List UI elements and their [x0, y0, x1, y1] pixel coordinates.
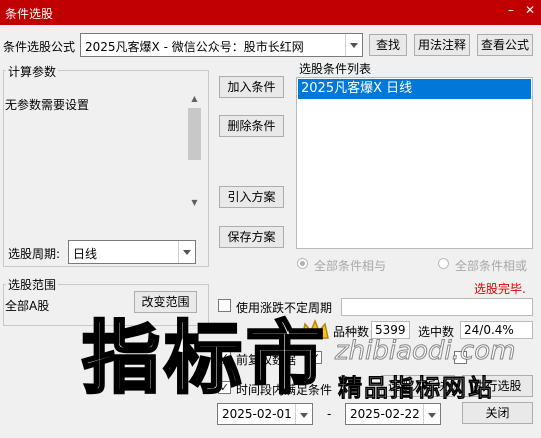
- conditions-title: 选股条件列表: [299, 62, 372, 76]
- formula-label: 条件选股公式: [3, 40, 76, 54]
- scroll-thumb[interactable]: [188, 108, 201, 160]
- list-item[interactable]: 2025凡客爆X 日线: [298, 79, 531, 99]
- chevron-down-icon[interactable]: [345, 34, 362, 56]
- period-label: 选股周期:: [8, 247, 61, 261]
- calendar-dropdown-icon[interactable]: [295, 404, 312, 424]
- watermark-logo: 指标市: [80, 313, 329, 404]
- end-date-picker[interactable]: 2025-02-22: [345, 403, 441, 425]
- usage-button[interactable]: 用法注释: [414, 34, 470, 56]
- irregular-period-input[interactable]: [341, 298, 533, 316]
- conditions-list[interactable]: 2025凡客爆X 日线: [296, 77, 533, 249]
- change-range-button[interactable]: 改变范围: [134, 291, 197, 313]
- period-value: 日线: [73, 247, 98, 261]
- watermark-subtitle: 精品指标网站: [337, 374, 494, 402]
- end-date: 2025-02-22: [350, 407, 420, 421]
- chevron-down-icon[interactable]: [178, 241, 195, 263]
- view-formula-button[interactable]: 查看公式: [477, 34, 533, 56]
- scroll-up-icon[interactable]: ▲: [187, 92, 202, 106]
- status-text: 选股完毕.: [474, 282, 526, 296]
- start-date: 2025-02-01: [222, 407, 292, 421]
- find-button[interactable]: 查找: [369, 34, 407, 56]
- minimize-icon[interactable]: –: [504, 3, 518, 17]
- window-title: 条件选股: [5, 7, 54, 21]
- watermark-url: zhibiaodi.com: [334, 336, 516, 366]
- calendar-dropdown-icon[interactable]: [423, 404, 440, 424]
- close-icon[interactable]: ✕: [523, 3, 537, 17]
- mode-or-radio[interactable]: [438, 258, 449, 269]
- mode-and-label: 全部条件相与: [314, 259, 387, 273]
- irregular-period-checkbox[interactable]: [218, 299, 231, 312]
- range-value: 全部A股: [5, 299, 50, 313]
- params-group-title: 计算参数: [6, 63, 59, 80]
- mode-or-label: 全部条件相或: [455, 259, 528, 273]
- title-bar: 条件选股 – ✕: [0, 0, 541, 25]
- delete-condition-button[interactable]: 删除条件: [219, 115, 284, 137]
- close-button[interactable]: 关闭: [462, 402, 533, 424]
- formula-select[interactable]: 2025凡客爆X - 微信公众号：股市长红网: [80, 33, 363, 57]
- import-plan-button[interactable]: 引入方案: [219, 186, 284, 208]
- scroll-down-icon[interactable]: ▼: [187, 196, 202, 210]
- formula-value: 2025凡客爆X - 微信公众号：股市长红网: [85, 40, 304, 54]
- range-group-title: 选股范围: [6, 276, 59, 293]
- add-condition-button[interactable]: 加入条件: [219, 76, 284, 98]
- params-scrollbar[interactable]: ▲ ▼: [187, 92, 202, 210]
- mode-and-radio[interactable]: [297, 258, 308, 269]
- period-select[interactable]: 日线: [68, 240, 196, 264]
- params-message: 无参数需要设置: [5, 98, 90, 112]
- save-plan-button[interactable]: 保存方案: [219, 226, 284, 248]
- date-separator: -: [327, 407, 332, 421]
- start-date-picker[interactable]: 2025-02-01: [217, 403, 313, 425]
